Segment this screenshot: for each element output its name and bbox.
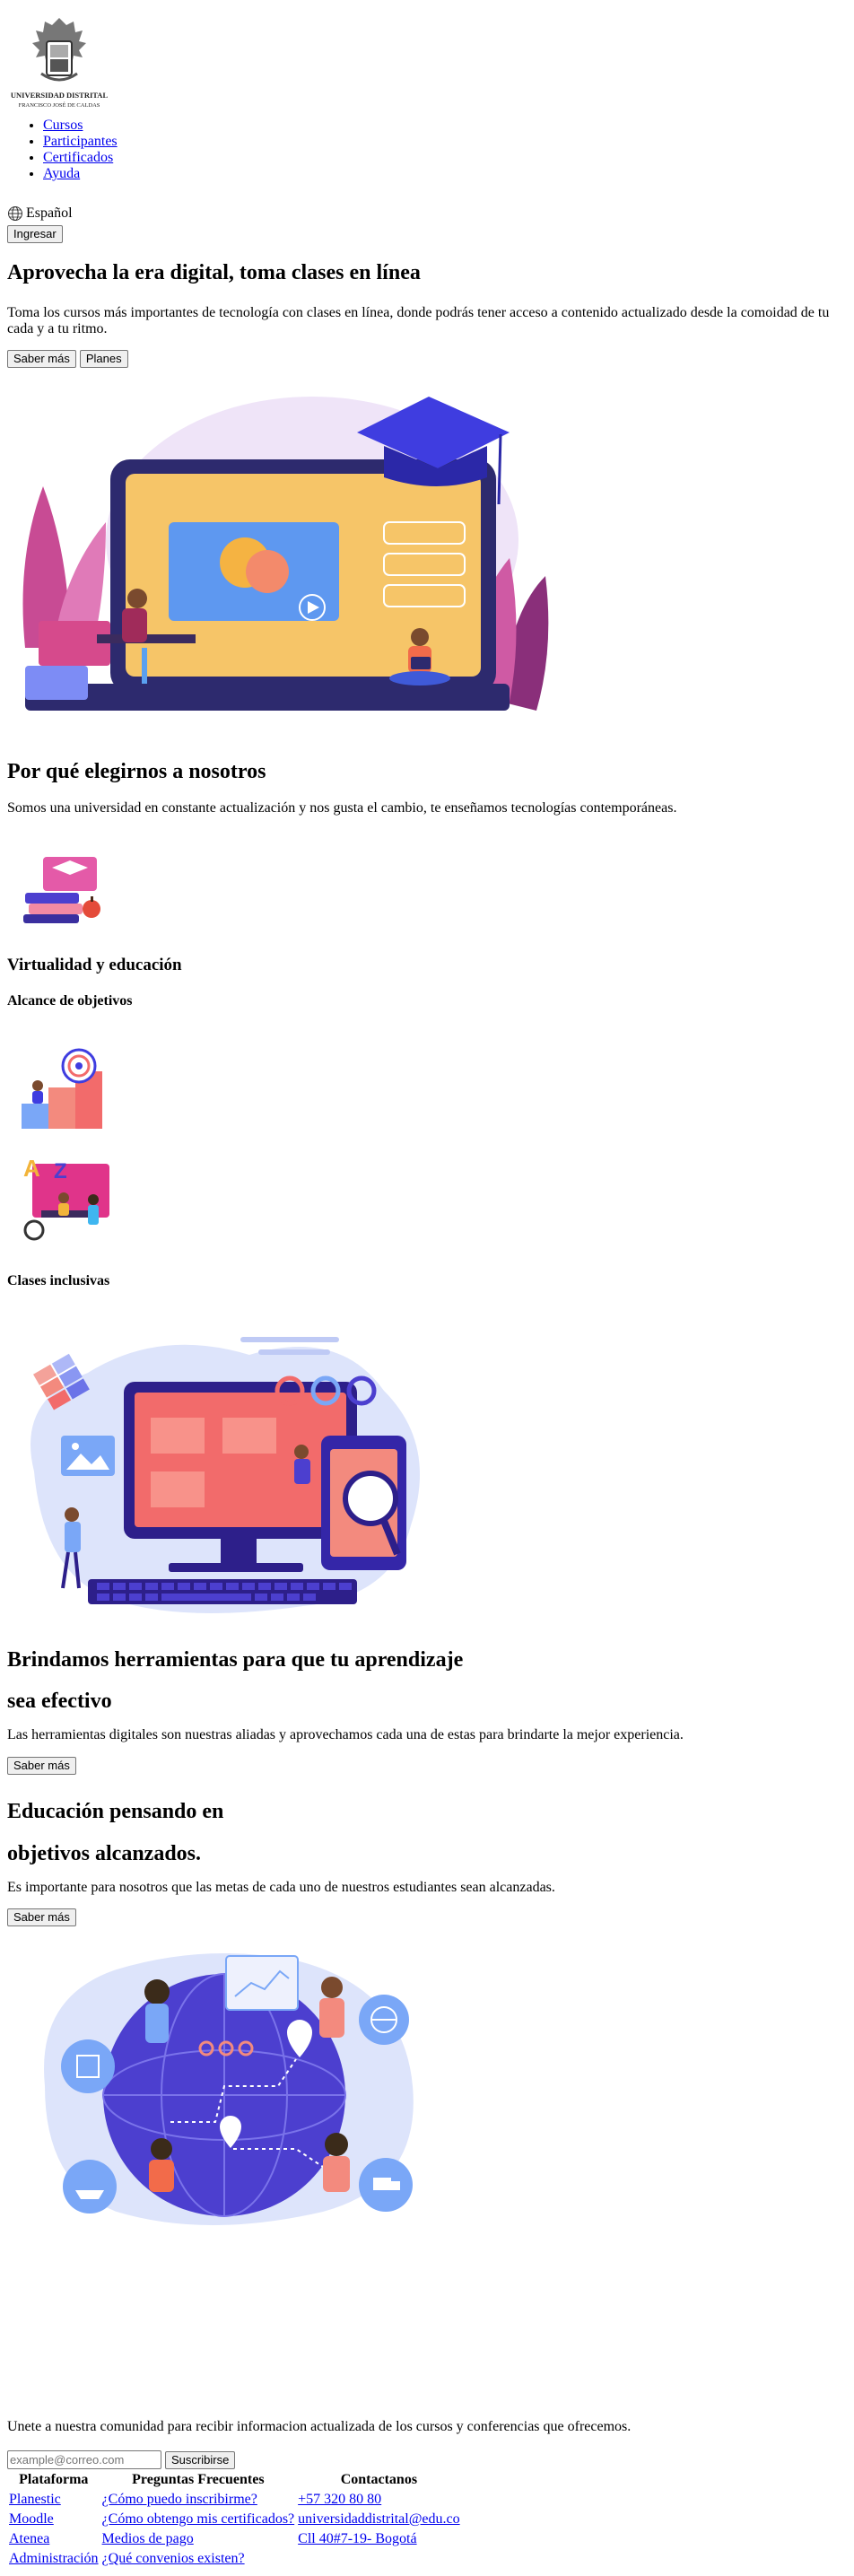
tools-title-line1: Brindamos herramientas para que tu apren… — [7, 1648, 464, 1672]
nav-item-ayuda: Ayuda — [43, 166, 118, 182]
footer-link-moodle[interactable]: Moodle — [9, 2511, 54, 2527]
nav-link-participantes[interactable]: Participantes — [43, 134, 118, 149]
feature-objetivos: Alcance de objetivos — [7, 993, 133, 1009]
hero-title: Aprovecha la era digital, toma clases en… — [7, 261, 421, 284]
footer-link-administracion[interactable]: Administración — [9, 2551, 99, 2566]
online-class-illustration — [22, 397, 549, 711]
books-icon — [23, 857, 100, 923]
hero-text: Toma los cursos más importantes de tecno… — [7, 305, 830, 336]
footer-link-atenea[interactable]: Atenea — [9, 2531, 49, 2546]
footer-link-medios-pago[interactable]: Medios de pago — [102, 2531, 194, 2546]
footer-link-convenios[interactable]: ¿Qué convenios existen? — [102, 2551, 245, 2566]
language-selector[interactable]: Español — [7, 205, 73, 222]
feature-virtualidad: Virtualidad y educación — [7, 956, 182, 974]
university-logo: UNIVERSIDAD DISTRITAL FRANCISCO JOSÉ DE … — [11, 18, 109, 109]
inclusive-classes-icon: A Z — [23, 1155, 109, 1241]
goals-text: Es importante para nosotros que las meta… — [7, 1880, 555, 1895]
goals-title-line2: objetivos alcanzados. — [7, 1842, 201, 1865]
email-input[interactable] — [7, 2450, 161, 2469]
table-row: Administración ¿Qué convenios existen? — [8, 2550, 461, 2568]
language-label: Español — [26, 205, 73, 221]
footer-header-preguntas: Preguntas Frecuentes — [132, 2472, 265, 2487]
svg-text:UNIVERSIDAD DISTRITAL: UNIVERSIDAD DISTRITAL — [11, 91, 109, 100]
svg-text:A: A — [23, 1155, 40, 1182]
table-row: Planestic ¿Cómo puedo inscribirme? +57 3… — [8, 2491, 461, 2509]
tools-title-line2: sea efectivo — [7, 1690, 112, 1713]
table-row: Atenea Medios de pago Cll 40#7-19- Bogot… — [8, 2530, 461, 2548]
tools-text: Las herramientas digitales son nuestras … — [7, 1727, 684, 1742]
why-title: Por qué elegirnos a nosotros — [7, 760, 266, 783]
goals-title-line1: Educación pensando en — [7, 1800, 224, 1823]
why-text: Somos una universidad en constante actua… — [7, 800, 677, 816]
footer-link-email[interactable]: universidaddistrital@edu.co — [298, 2511, 459, 2527]
nav-item-participantes: Participantes — [43, 134, 118, 150]
nav-item-cursos: Cursos — [43, 118, 118, 134]
nav-item-certificados: Certificados — [43, 150, 118, 166]
crest-icon — [32, 18, 86, 82]
footer-link-inscribirme[interactable]: ¿Cómo puedo inscribirme? — [102, 2492, 257, 2507]
login-button[interactable]: Ingresar — [7, 225, 63, 243]
feature-inclusivas: Clases inclusivas — [7, 1273, 110, 1288]
svg-text:Z: Z — [54, 1159, 67, 1183]
tools-more-button[interactable]: Saber más — [7, 1757, 76, 1775]
nav-link-certificados[interactable]: Certificados — [43, 150, 113, 165]
footer-link-certificados[interactable]: ¿Cómo obtengo mis certificados? — [102, 2511, 295, 2527]
footer-link-address[interactable]: Cll 40#7-19- Bogotá — [298, 2531, 416, 2546]
hero-plans-button[interactable]: Planes — [79, 350, 128, 368]
footer-header-plataforma: Plataforma — [19, 2472, 89, 2487]
target-icon — [22, 1048, 102, 1129]
footer-link-planestic[interactable]: Planestic — [9, 2492, 61, 2507]
footer-table: Plataforma Preguntas Frecuentes Contacta… — [6, 2469, 463, 2570]
table-row: Moodle ¿Cómo obtengo mis certificados? u… — [8, 2511, 461, 2528]
svg-text:FRANCISCO JOSÉ DE CALDAS: FRANCISCO JOSÉ DE CALDAS — [19, 101, 100, 109]
hero-more-button[interactable]: Saber más — [7, 350, 76, 368]
nav-link-cursos[interactable]: Cursos — [43, 118, 83, 133]
subscribe-button[interactable]: Suscribirse — [165, 2450, 236, 2469]
goals-more-button[interactable]: Saber más — [7, 1908, 76, 1926]
globe-icon — [8, 206, 22, 221]
newsletter-text: Unete a nuestra comunidad para recibir i… — [7, 2419, 632, 2434]
footer-link-phone[interactable]: +57 320 80 80 — [298, 2492, 381, 2507]
nav-link-ayuda[interactable]: Ayuda — [43, 166, 80, 181]
global-collaboration-illustration — [44, 1953, 414, 2225]
design-tools-illustration — [30, 1337, 420, 1613]
footer-header-contactanos: Contactanos — [340, 2472, 418, 2487]
main-nav: Cursos Participantes Certificados Ayuda — [7, 118, 118, 182]
